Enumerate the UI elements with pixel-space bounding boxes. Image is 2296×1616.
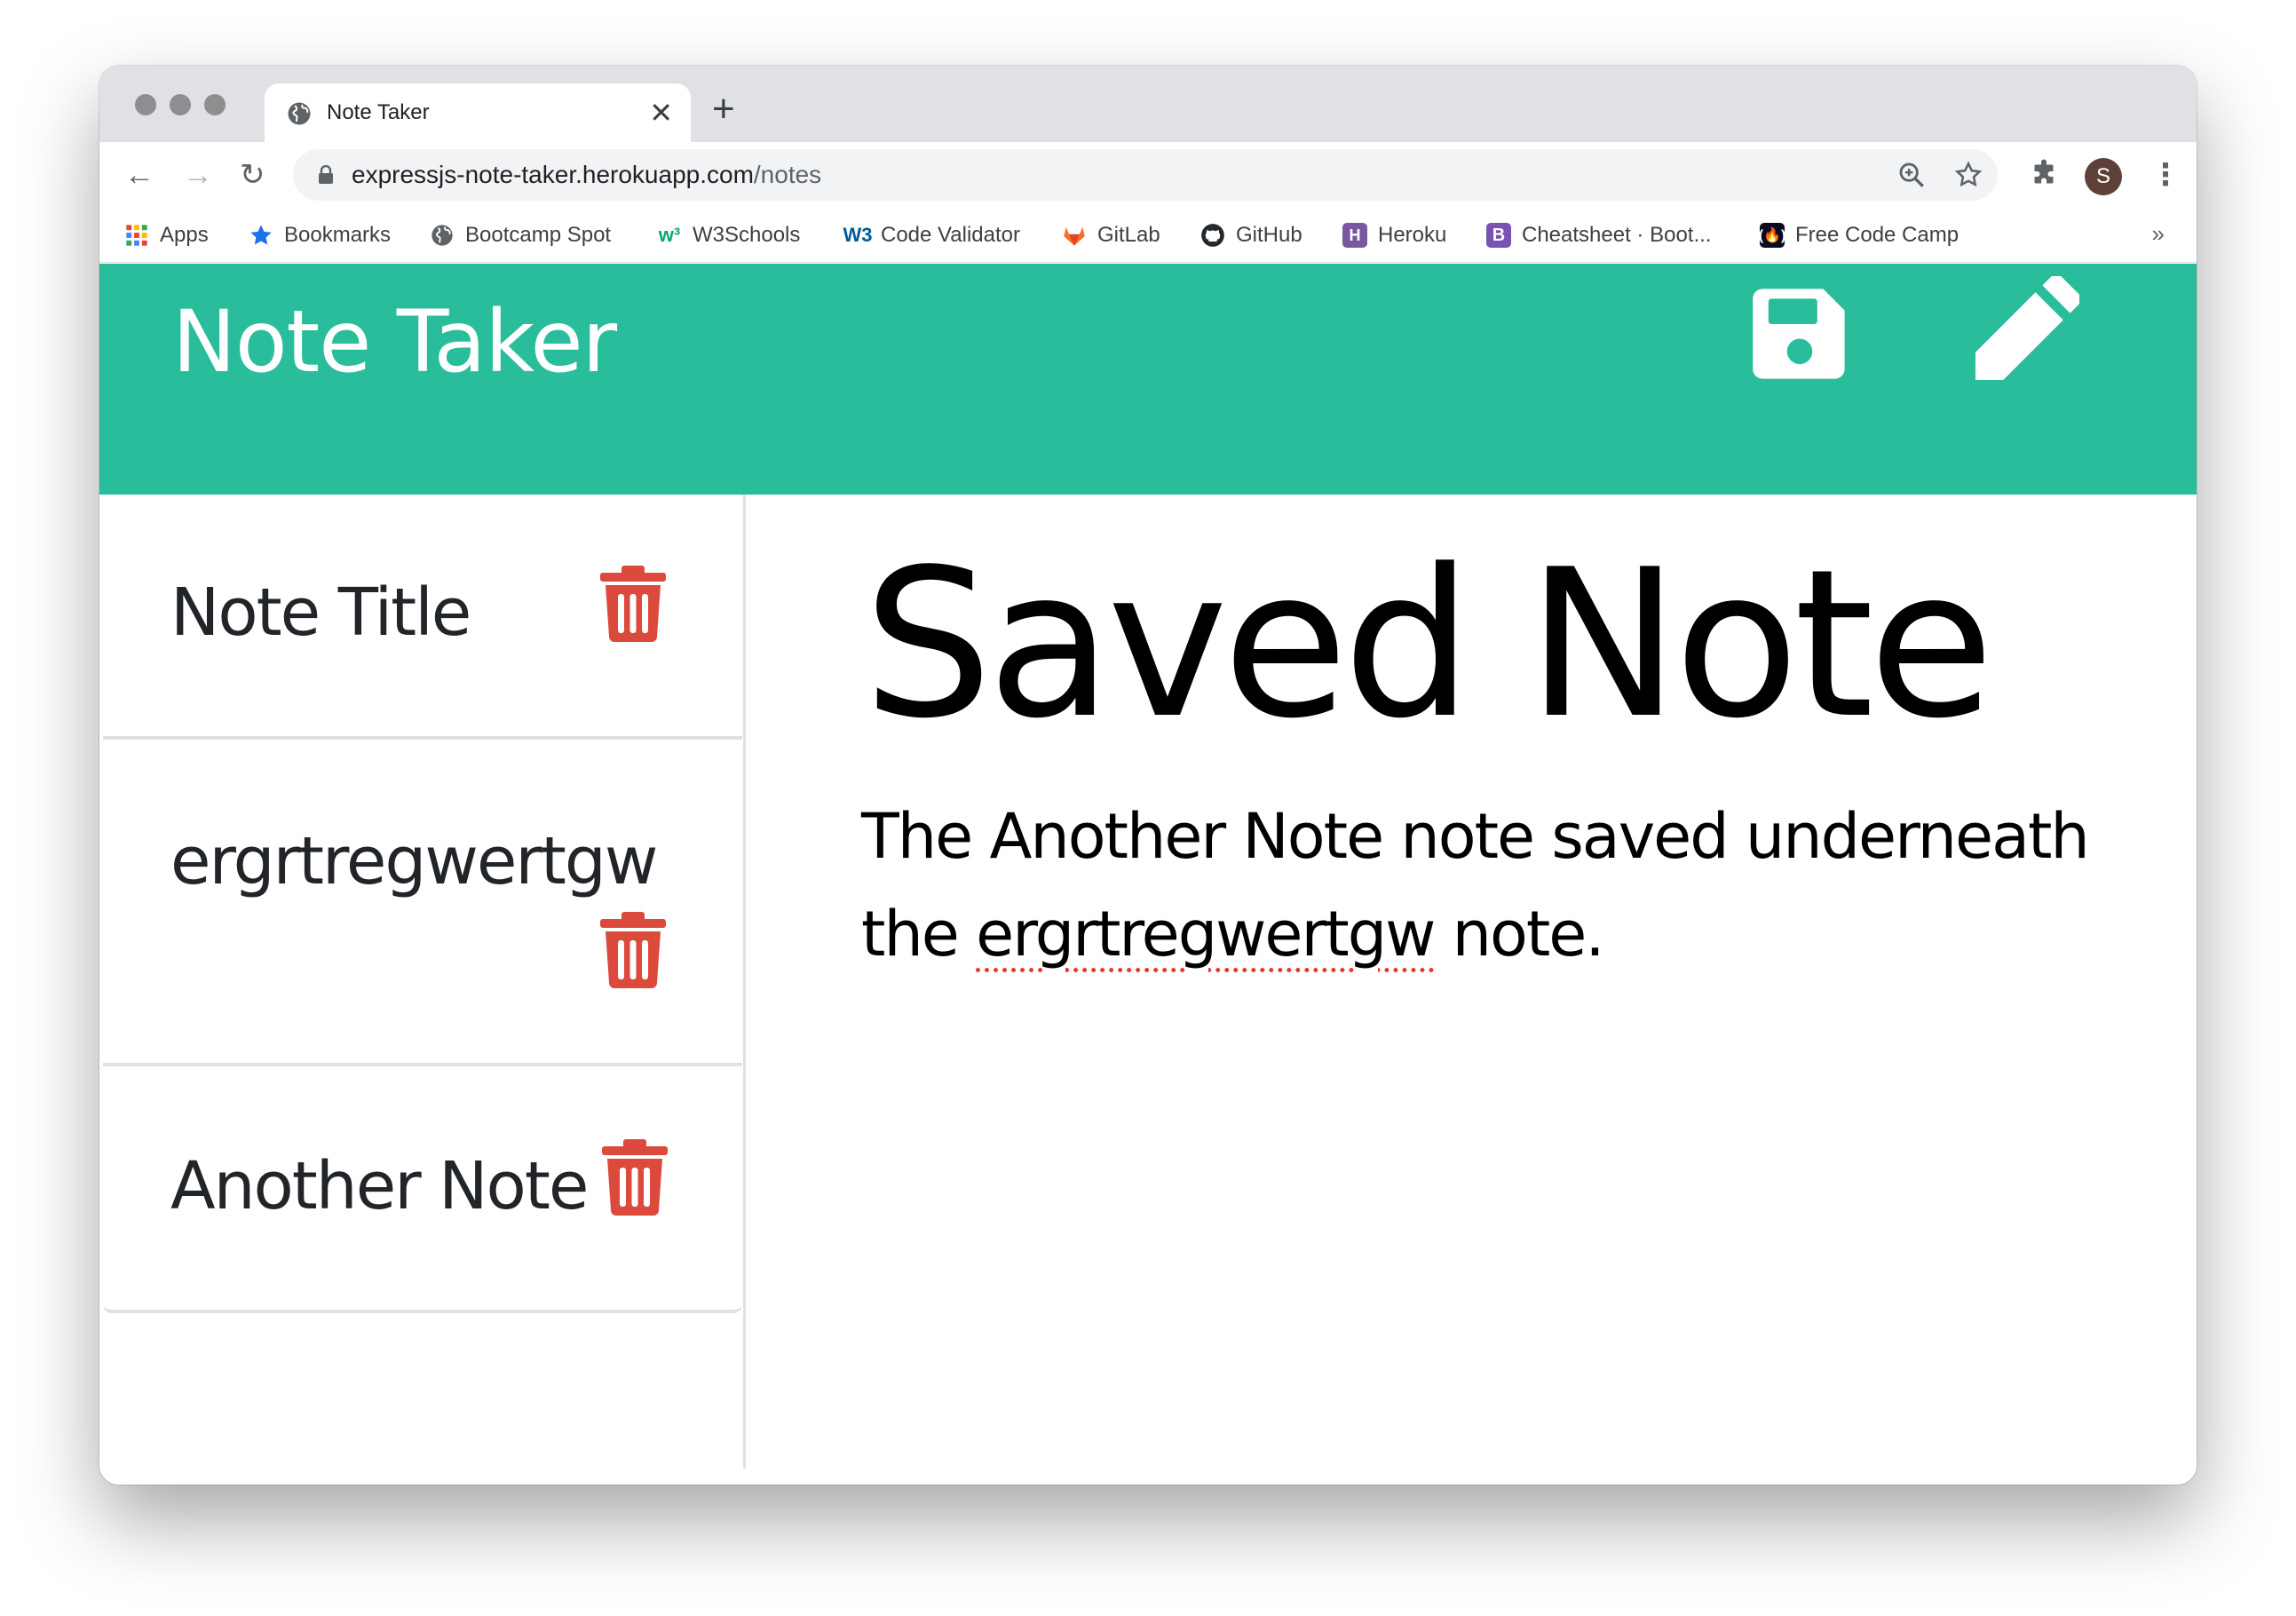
url-path: /notes: [753, 161, 822, 188]
new-tab-button[interactable]: +: [712, 87, 735, 131]
bookmark-label: Free Code Camp: [1795, 223, 1960, 247]
app-brand[interactable]: Note Taker: [172, 292, 617, 392]
address-bar[interactable]: expressjs-note-taker.herokuapp.com/notes: [293, 149, 1998, 201]
browser-window: Note Taker ✕ + ← → ↻ expressjs-note-take…: [99, 66, 2197, 1485]
misspelled-word: ergrtregwertgw: [976, 898, 1436, 970]
bookmark-label: GitLab: [1097, 223, 1160, 247]
bookmark-label: Apps: [160, 223, 209, 247]
trash-icon[interactable]: [600, 912, 666, 988]
minimize-window-button[interactable]: [170, 94, 191, 115]
bookmark-label: Heroku: [1378, 223, 1447, 247]
url-text: expressjs-note-taker.herokuapp.com/notes: [352, 161, 821, 189]
trash-icon[interactable]: [600, 566, 666, 642]
note-text-part: note.: [1434, 898, 1605, 970]
bookmarks-bar: Apps Bookmarks Bootcamp Spot w³ W3School…: [99, 208, 2197, 263]
bookmark-w3schools[interactable]: w³ W3Schools: [657, 220, 801, 250]
bookmark-label: W3Schools: [693, 223, 801, 247]
w3schools-icon: w³: [658, 224, 681, 246]
tab-title: Note Taker: [327, 100, 430, 124]
trash-icon[interactable]: [602, 1139, 668, 1216]
list-item-note-title[interactable]: Note Title: [103, 495, 742, 740]
bookmark-label: Code Validator: [881, 223, 1020, 247]
bookmark-free-code-camp[interactable]: (🔥) Free Code Camp: [1759, 220, 1960, 250]
browser-toolbar: ← → ↻ expressjs-note-taker.herokuapp.com…: [99, 142, 2197, 208]
list-item-ergrtregwertgw[interactable]: ergrtregwertgw: [103, 743, 742, 1066]
url-host: expressjs-note-taker.herokuapp.com: [352, 161, 754, 188]
note-text-area[interactable]: The Another Note note saved underneath t…: [861, 788, 2104, 983]
globe-icon: [431, 225, 453, 246]
bookmark-github[interactable]: GitHub: [1200, 220, 1302, 250]
close-window-button[interactable]: [135, 94, 156, 115]
note-list-title[interactable]: ergrtregwertgw: [170, 823, 658, 899]
bookmark-star-icon[interactable]: [1953, 160, 1983, 190]
pencil-icon[interactable]: [1964, 276, 2079, 392]
heroku-icon: H: [1342, 223, 1367, 248]
star-icon: [250, 225, 272, 245]
note-title-input[interactable]: Saved Note: [863, 530, 1994, 761]
bookmark-heroku[interactable]: H Heroku: [1342, 220, 1446, 250]
close-icon[interactable]: ✕: [649, 96, 673, 130]
app-navbar: Note Taker: [99, 264, 2197, 495]
globe-icon: [288, 102, 311, 125]
note-list-title[interactable]: Note Title: [170, 574, 471, 651]
github-icon: [1201, 224, 1224, 247]
browser-tab[interactable]: Note Taker ✕: [265, 83, 691, 142]
tab-strip: Note Taker ✕ +: [99, 66, 2197, 142]
notes-list: Note Title ergrtregwertgw Another Note: [99, 495, 746, 1469]
freecodecamp-icon: (🔥): [1759, 223, 1785, 248]
bookmark-gitlab[interactable]: GitLab: [1062, 220, 1160, 250]
bookmark-label: Bootcamp Spot: [465, 223, 612, 247]
window-controls: [135, 94, 226, 115]
bookmark-bootcamp-spot[interactable]: Bootcamp Spot: [430, 220, 611, 250]
bookmark-bookmarks[interactable]: Bookmarks: [249, 220, 391, 250]
note-list-title[interactable]: Another Note: [170, 1148, 589, 1224]
maximize-window-button[interactable]: [204, 94, 226, 115]
bookmark-label: GitHub: [1236, 223, 1302, 247]
apps-grid-icon: [126, 225, 147, 246]
bookmark-label: Bookmarks: [284, 223, 392, 247]
bookmark-apps[interactable]: Apps: [124, 220, 209, 250]
menu-kebab-icon[interactable]: ⋮: [2150, 158, 2181, 192]
back-arrow-icon[interactable]: ←: [124, 158, 154, 192]
bookmark-label: Cheatsheet · Boot...: [1522, 223, 1712, 247]
bookmarks-overflow-button[interactable]: »: [2152, 220, 2165, 248]
reload-icon[interactable]: ↻: [240, 158, 265, 192]
extensions-puzzle-icon[interactable]: [2028, 158, 2060, 190]
bookmark-cheatsheet[interactable]: B Cheatsheet · Boot...: [1486, 220, 1711, 250]
profile-avatar[interactable]: S: [2085, 158, 2122, 195]
zoom-icon[interactable]: [1896, 160, 1927, 190]
page-content: Note Taker Note Title ergrtregwertgw Ano…: [99, 264, 2197, 1485]
forward-arrow-icon[interactable]: →: [183, 158, 213, 192]
list-item-another-note[interactable]: Another Note: [103, 1070, 742, 1313]
bookmark-code-validator[interactable]: W3 Code Validator: [843, 220, 1020, 250]
bootstrap-icon: B: [1486, 223, 1511, 248]
save-icon[interactable]: [1751, 285, 1849, 383]
w3c-icon: W3: [843, 224, 873, 246]
lock-icon: [319, 165, 333, 184]
gitlab-icon: [1064, 226, 1085, 246]
